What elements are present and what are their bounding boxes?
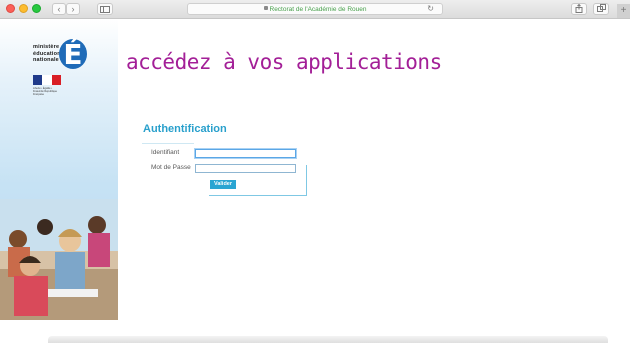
- address-bar[interactable]: Rectorat de l'Académie de Rouen ↻: [187, 3, 443, 15]
- education-e-logo-icon: É: [59, 37, 87, 71]
- share-button[interactable]: [571, 3, 587, 15]
- address-text: Rectorat de l'Académie de Rouen: [269, 6, 367, 13]
- new-tab-button[interactable]: +: [617, 4, 630, 18]
- back-button[interactable]: ‹: [52, 3, 66, 15]
- form-border: [209, 195, 307, 196]
- show-tabs-button[interactable]: [593, 3, 609, 15]
- french-flag-icon: [33, 75, 61, 85]
- form-border: [306, 165, 307, 196]
- tabs-icon: [596, 4, 606, 12]
- auth-title: Authentification: [143, 123, 227, 135]
- reload-button[interactable]: ↻: [427, 4, 434, 14]
- identifier-label: Identifiant: [151, 149, 180, 156]
- classroom-photo-image: [0, 199, 118, 320]
- flag-caption: Liberté • Égalité • Fraternité Républiqu…: [33, 87, 58, 96]
- sidebar-toggle-button[interactable]: [97, 3, 113, 15]
- password-input[interactable]: [195, 164, 296, 173]
- zoom-window-button[interactable]: [32, 4, 41, 13]
- identifier-input[interactable]: [195, 149, 296, 158]
- close-window-button[interactable]: [6, 4, 15, 13]
- minimize-window-button[interactable]: [19, 4, 28, 13]
- password-label: Mot de Passe: [151, 164, 191, 171]
- login-form: Identifiant Mot de Passe Valider: [142, 143, 307, 196]
- logo-letter: É: [63, 37, 82, 71]
- browser-toolbar: ‹ › Rectorat de l'Académie de Rouen ↻ +: [0, 0, 630, 19]
- left-panel: ministère éducation nationale É Liberté …: [0, 19, 118, 320]
- lock-icon: [263, 6, 268, 11]
- submit-button[interactable]: Valider: [210, 180, 236, 189]
- sidebar-icon: [100, 6, 110, 13]
- page-headline: accédez à vos applications: [126, 50, 442, 74]
- share-icon: [575, 3, 583, 13]
- form-border: [142, 143, 194, 144]
- forward-button[interactable]: ›: [66, 3, 80, 15]
- window-bottom-edge: [48, 336, 608, 343]
